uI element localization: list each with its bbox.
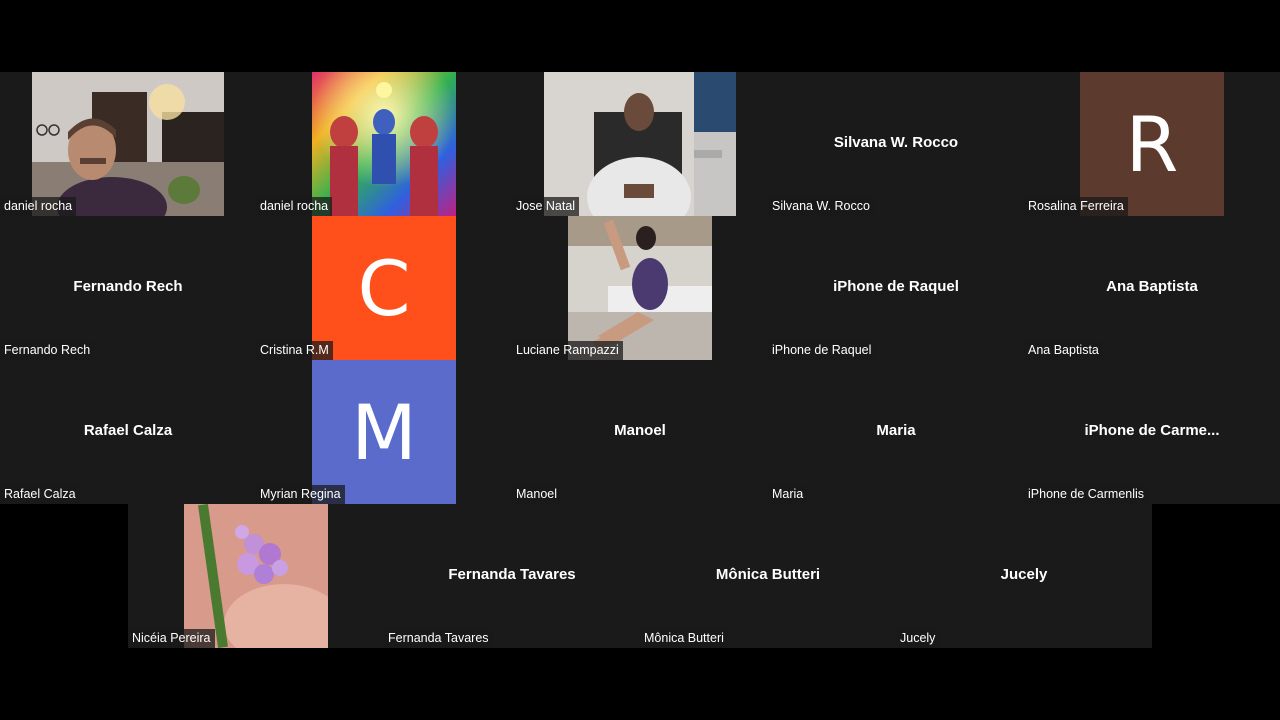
participant-name-label: Myrian Regina [256, 485, 345, 504]
gallery-grid: daniel rocha daniel rocha Jose Natal Sil… [0, 72, 1280, 504]
participant-video [544, 72, 736, 216]
participant-tile[interactable]: R Rosalina Ferreira [1024, 72, 1280, 216]
participant-name-label: Luciane Rampazzi [512, 341, 623, 360]
participant-tile[interactable]: Fernando Rech Fernando Rech [0, 216, 256, 360]
participant-display-name: Silvana W. Rocco [833, 134, 959, 151]
participant-name-label: Silvana W. Rocco [768, 197, 874, 216]
participant-tile[interactable]: daniel rocha [256, 72, 512, 216]
participant-tile[interactable]: iPhone de Raquel iPhone de Raquel [768, 216, 1024, 360]
participant-tile[interactable]: Luciane Rampazzi [512, 216, 768, 360]
participant-display-name: Mônica Butteri [715, 566, 821, 583]
participant-tile[interactable]: Jucely Jucely [896, 504, 1152, 648]
participant-tile[interactable]: Manoel Manoel [512, 360, 768, 504]
profile-picture [568, 216, 712, 360]
participant-display-name: Rafael Calza [83, 422, 173, 439]
participant-name-label: Ana Baptista [1024, 341, 1103, 360]
participant-name-label: Maria [768, 485, 808, 504]
participant-name-label: iPhone de Raquel [768, 341, 876, 360]
participant-name-label: Rosalina Ferreira [1024, 197, 1128, 216]
participant-name-label: Cristina R.M [256, 341, 333, 360]
participant-tile[interactable]: Ana Baptista Ana Baptista [1024, 216, 1280, 360]
avatar: R [1080, 72, 1224, 216]
gallery-last-row: Nicéia Pereira Fernanda Tavares Fernanda… [128, 504, 1152, 648]
participant-name-label: Fernanda Tavares [384, 629, 493, 648]
participant-tile[interactable]: Nicéia Pereira [128, 504, 384, 648]
participant-name-label: Jose Natal [512, 197, 580, 216]
participant-display-name: Fernanda Tavares [448, 566, 576, 583]
participant-tile[interactable]: Maria Maria [768, 360, 1024, 504]
avatar: M [312, 360, 456, 504]
participant-name-label: Manoel [512, 485, 561, 504]
participant-tile[interactable]: M Myrian Regina [256, 360, 512, 504]
participant-display-name: Jucely [1000, 566, 1048, 583]
participant-display-name: Fernando Rech [73, 278, 183, 295]
participant-display-name: iPhone de Carme... [1084, 422, 1220, 439]
participant-name-label: daniel rocha [256, 197, 333, 216]
participant-tile[interactable]: daniel rocha [0, 72, 256, 216]
participant-name-label: Fernando Rech [0, 341, 95, 360]
participant-name-label: Rafael Calza [0, 485, 80, 504]
participant-tile[interactable]: Rafael Calza Rafael Calza [0, 360, 256, 504]
participant-name-label: Nicéia Pereira [128, 629, 215, 648]
participant-tile[interactable]: Mônica Butteri Mônica Butteri [640, 504, 896, 648]
participant-tile[interactable]: C Cristina R.M [256, 216, 512, 360]
profile-picture [312, 72, 456, 216]
participant-name-label: iPhone de Carmenlis [1024, 485, 1149, 504]
participant-tile[interactable]: Silvana W. Rocco Silvana W. Rocco [768, 72, 1024, 216]
participant-display-name: Maria [876, 422, 916, 439]
participant-video [32, 72, 224, 216]
participant-tile[interactable]: iPhone de Carme... iPhone de Carmenlis [1024, 360, 1280, 504]
participant-display-name: Ana Baptista [1106, 278, 1198, 295]
avatar: C [312, 216, 456, 360]
participant-display-name: iPhone de Raquel [833, 278, 959, 295]
profile-picture [184, 504, 328, 648]
participant-name-label: Jucely [896, 629, 940, 648]
participant-display-name: Manoel [614, 422, 666, 439]
participant-name-label: daniel rocha [0, 197, 77, 216]
participant-name-label: Mônica Butteri [640, 629, 728, 648]
participant-tile[interactable]: Fernanda Tavares Fernanda Tavares [384, 504, 640, 648]
participant-tile[interactable]: Jose Natal [512, 72, 768, 216]
